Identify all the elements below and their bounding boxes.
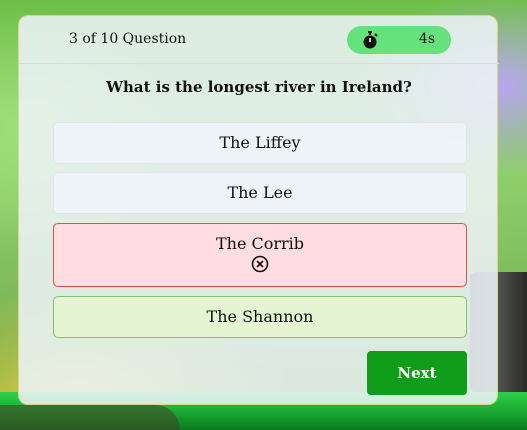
quiz-card: 3 of 10 Question 4s What is the longest … [18, 15, 499, 405]
background-shadow [0, 405, 180, 430]
next-button[interactable]: Next [367, 351, 467, 395]
answer-option-1[interactable]: The Liffey [53, 122, 467, 164]
timer-value: 4s [418, 31, 435, 47]
answer-option-label: The Corrib [215, 234, 305, 253]
answer-option-4-correct[interactable]: The Shannon [53, 296, 467, 338]
answer-option-label: The Lee [227, 183, 293, 202]
quiz-header: 3 of 10 Question 4s [19, 16, 499, 64]
circle-x-icon [251, 255, 269, 273]
question-text: What is the longest river in Ireland? [106, 78, 412, 96]
answer-option-label: The Liffey [219, 133, 301, 152]
answer-option-2[interactable]: The Lee [53, 172, 467, 214]
answer-option-label: The Shannon [206, 307, 314, 326]
answer-option-3-wrong[interactable]: The Corrib [53, 223, 467, 287]
timer-badge: 4s [347, 26, 451, 54]
question-counter: 3 of 10 Question [69, 31, 187, 47]
stopwatch-icon [363, 31, 378, 49]
